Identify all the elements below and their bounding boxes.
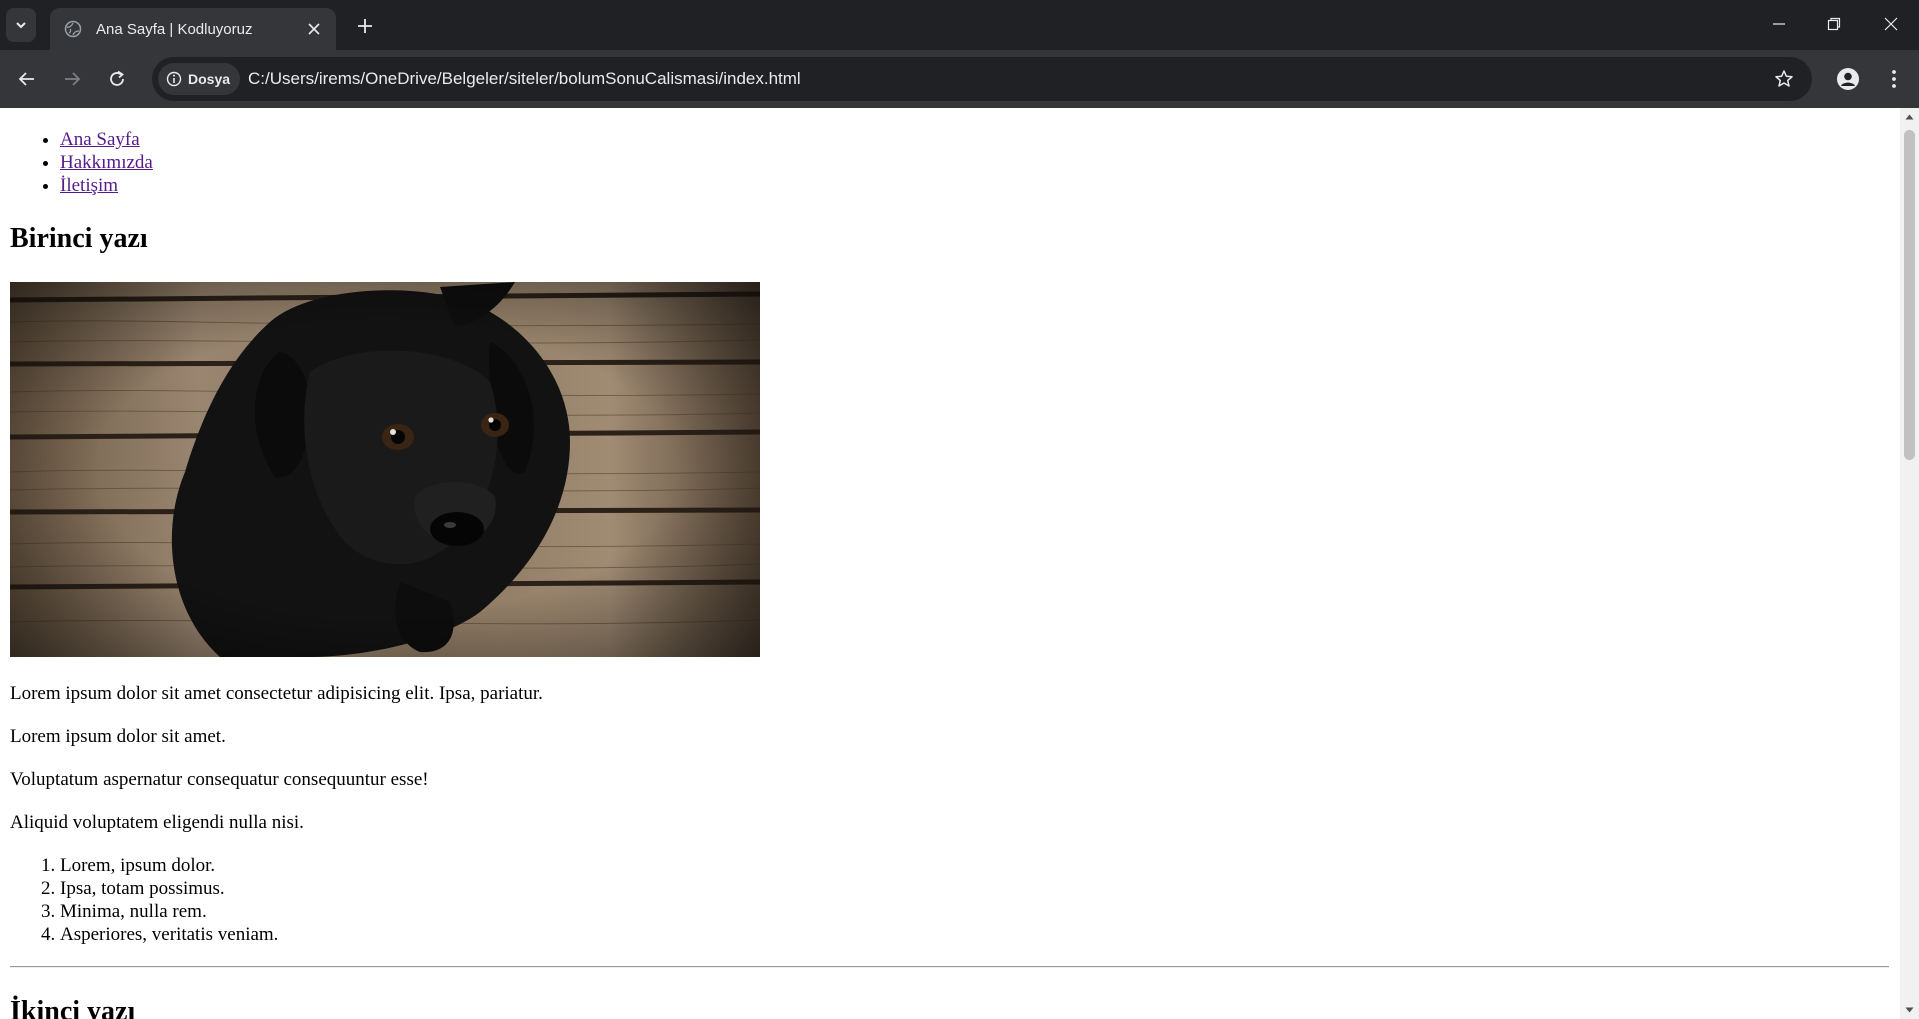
list-item: Asperiores, veritatis veniam. xyxy=(60,924,278,947)
more-vert-icon xyxy=(1892,70,1896,88)
paragraph: Aliquid voluptatem eligendi nulla nisi. xyxy=(10,812,304,833)
paragraph: Lorem ipsum dolor sit amet. xyxy=(10,726,226,747)
window-close-icon xyxy=(1884,17,1898,31)
reload-icon xyxy=(110,70,124,86)
nav-link-contact[interactable]: İletişim xyxy=(60,175,118,196)
scroll-down-button[interactable] xyxy=(1900,1001,1919,1019)
reload-button[interactable] xyxy=(101,63,133,95)
scroll-up-button[interactable] xyxy=(1900,108,1919,126)
profile-icon xyxy=(1837,68,1859,90)
nav-link-about[interactable]: Hakkımızda xyxy=(60,152,153,173)
tab-search-icon xyxy=(16,22,26,29)
nav-link-home[interactable]: Ana Sayfa xyxy=(60,129,140,150)
site-info-chip[interactable]: Dosya xyxy=(158,63,241,95)
tab-close-button[interactable] xyxy=(302,17,326,41)
list-item: Minima, nulla rem. xyxy=(60,901,278,924)
list-item: Ipsa, totam possimus. xyxy=(60,878,278,901)
forward-button[interactable] xyxy=(56,63,88,95)
active-tab[interactable]: Ana Sayfa | Kodluyoruz xyxy=(50,8,336,50)
nav-item: İletişim xyxy=(60,175,860,198)
scroll-thumb[interactable] xyxy=(1904,130,1915,460)
ordered-list: Lorem, ipsum dolor. Ipsa, totam possimus… xyxy=(10,855,278,947)
profile-button[interactable] xyxy=(1832,63,1864,95)
address-bar[interactable]: Dosya C:/Users/irems/OneDrive/Belgeler/s… xyxy=(152,57,1812,101)
paragraph: Voluptatum aspernatur consequatur conseq… xyxy=(10,769,429,790)
nav-item: Hakkımızda xyxy=(60,152,860,175)
page-viewport: Ana Sayfa Hakkımızda İletişim Birinci ya… xyxy=(0,108,1900,1019)
minimize-button[interactable] xyxy=(1751,0,1807,48)
star-icon xyxy=(1775,70,1793,87)
close-icon xyxy=(308,23,320,35)
globe-icon xyxy=(64,20,82,38)
forward-arrow-icon xyxy=(65,72,81,86)
list-item: Lorem, ipsum dolor. xyxy=(60,855,278,878)
paragraph: Lorem ipsum dolor sit amet consectetur a… xyxy=(10,683,543,704)
tab-search-button[interactable] xyxy=(6,8,36,42)
window-close-button[interactable] xyxy=(1863,0,1919,48)
first-post-heading: Birinci yazı xyxy=(10,223,148,254)
tab-strip: Ana Sayfa | Kodluyoruz xyxy=(0,0,1919,50)
info-icon xyxy=(166,71,182,87)
second-post-heading: İkinci yazı xyxy=(10,996,136,1019)
new-tab-button[interactable] xyxy=(350,12,380,40)
back-arrow-icon xyxy=(18,72,34,86)
plus-icon xyxy=(358,19,372,33)
minimize-icon xyxy=(1773,23,1785,25)
caret-down-icon xyxy=(1905,1007,1914,1013)
restore-icon xyxy=(1827,17,1841,31)
nav-item: Ana Sayfa xyxy=(60,129,860,152)
site-nav: Ana Sayfa Hakkımızda İletişim xyxy=(10,129,860,198)
puppy-image xyxy=(10,282,760,657)
back-button[interactable] xyxy=(11,63,43,95)
horizontal-rule xyxy=(10,966,1889,968)
browser-menu-button[interactable] xyxy=(1878,63,1910,95)
caret-up-icon xyxy=(1905,114,1914,120)
bookmark-button[interactable] xyxy=(1770,65,1798,93)
browser-toolbar: Dosya C:/Users/irems/OneDrive/Belgeler/s… xyxy=(0,50,1919,108)
restore-button[interactable] xyxy=(1806,0,1862,48)
tab-title: Ana Sayfa | Kodluyoruz xyxy=(96,20,253,38)
url-text[interactable]: C:/Users/irems/OneDrive/Belgeler/siteler… xyxy=(248,69,801,89)
site-chip-label: Dosya xyxy=(188,71,231,87)
page-scrollbar[interactable] xyxy=(1900,108,1919,1019)
